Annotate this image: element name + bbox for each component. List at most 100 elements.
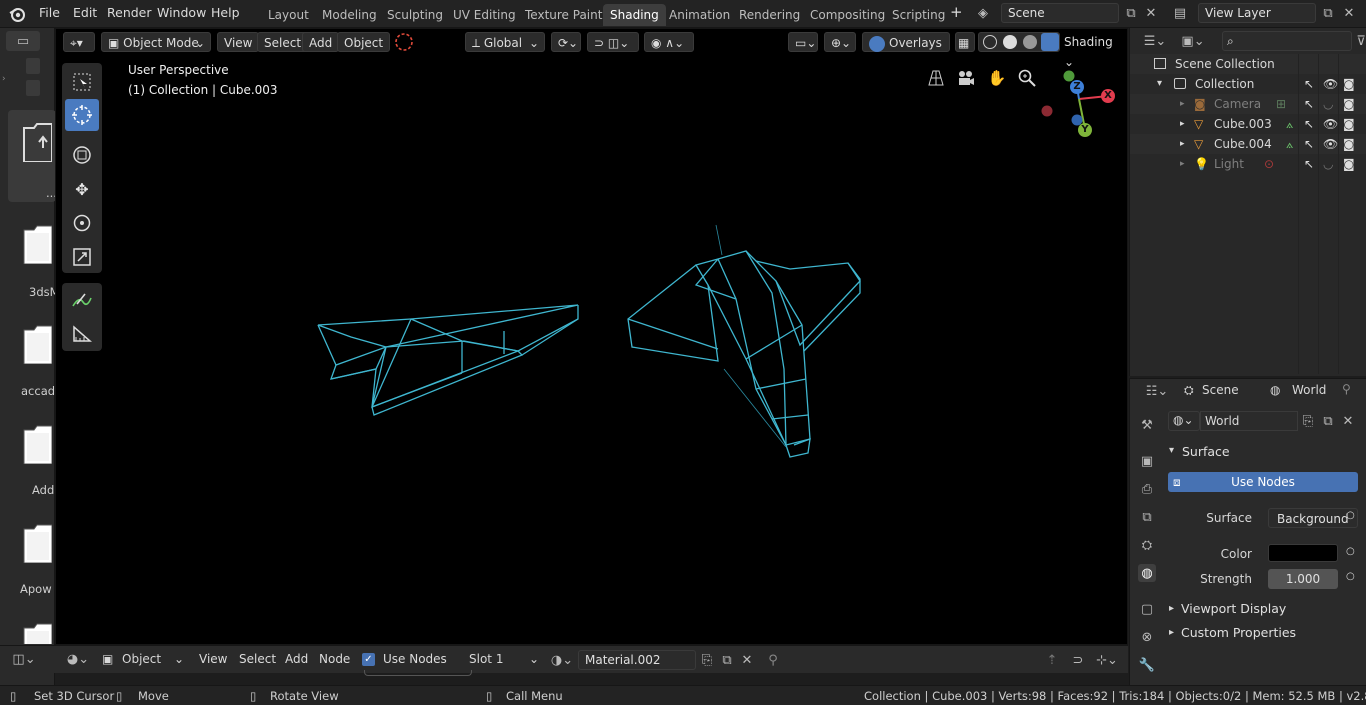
snap-element-icon[interactable]: ⊹⌄ bbox=[1092, 650, 1122, 670]
collapse-arrow-icon[interactable]: ▾ bbox=[1157, 74, 1162, 94]
camera-render-icon[interactable]: ◙ bbox=[1343, 154, 1355, 174]
fake-user-icon[interactable]: ⎘ bbox=[1298, 411, 1318, 431]
snap-icon[interactable]: ⊃ bbox=[1068, 650, 1088, 670]
scene-close-icon[interactable]: ✕ bbox=[1140, 3, 1162, 23]
material-name-field[interactable]: Material.002 bbox=[578, 650, 696, 670]
folder-icon[interactable] bbox=[22, 224, 52, 264]
camera-render-icon[interactable]: ◙ bbox=[1343, 74, 1355, 94]
3d-viewport[interactable]: ⌖▾ ▣ Object Mode ⌄ View Select Add Object… bbox=[55, 28, 1128, 645]
scene-browse-icon[interactable]: ◈ bbox=[972, 3, 994, 23]
surface-shader-field[interactable]: Background bbox=[1268, 508, 1358, 528]
strength-field[interactable]: 1.000 bbox=[1268, 569, 1338, 589]
node-menu-select[interactable]: Select bbox=[239, 652, 276, 666]
tab-texture-paint[interactable]: Texture Paint bbox=[518, 4, 609, 26]
expand-arrow-icon[interactable]: ▸ bbox=[1180, 114, 1185, 134]
menu-help[interactable]: Help bbox=[211, 5, 240, 20]
camera-render-icon[interactable]: ◙ bbox=[1343, 94, 1355, 114]
file-item-parent[interactable]: ... bbox=[8, 110, 57, 202]
tab-compositing[interactable]: Compositing bbox=[803, 4, 892, 26]
node-menu-node[interactable]: Node bbox=[319, 652, 350, 666]
world-tab-icon[interactable]: ◍ bbox=[1138, 564, 1156, 582]
node-editor-type-icon[interactable]: ◫⌄ bbox=[8, 649, 40, 669]
use-nodes-checkbox[interactable]: ✓ bbox=[362, 653, 375, 666]
fake-user-icon[interactable]: ⎘ bbox=[697, 650, 717, 670]
folder-icon[interactable] bbox=[22, 324, 52, 364]
sidebar-toggle-icon[interactable] bbox=[26, 80, 40, 96]
unlink-icon[interactable]: ✕ bbox=[1338, 411, 1358, 431]
outliner-row-scene-collection[interactable]: Scene Collection bbox=[1130, 54, 1366, 74]
select-pointer-icon[interactable]: ↖ bbox=[1304, 74, 1314, 94]
breadcrumb-scene[interactable]: Scene bbox=[1202, 383, 1239, 397]
modifiers-tab-icon[interactable]: 🔧 bbox=[1138, 656, 1156, 674]
parent-node-tree-icon[interactable]: ⇡ bbox=[1042, 650, 1062, 670]
node-socket-icon[interactable]: ○ bbox=[1346, 571, 1355, 582]
object-tab-icon[interactable]: ▢ bbox=[1138, 600, 1156, 618]
folder-icon[interactable] bbox=[22, 424, 52, 464]
editor-type-icon[interactable]: ▭ bbox=[6, 31, 40, 51]
pin-icon[interactable]: ⚲ bbox=[763, 650, 783, 670]
menu-edit[interactable]: Edit bbox=[73, 5, 97, 20]
outliner-editor-type-icon[interactable]: ☰⌄ bbox=[1138, 31, 1172, 51]
node-socket-icon[interactable]: ○ bbox=[1346, 510, 1355, 521]
collapse-arrow-icon[interactable]: ▾ bbox=[1169, 445, 1174, 456]
view-layer-tab-icon[interactable]: ⧉ bbox=[1138, 508, 1156, 526]
eye-icon[interactable]: 👁 bbox=[1323, 74, 1338, 94]
add-workspace-button[interactable]: + bbox=[950, 3, 963, 21]
unlink-icon[interactable]: ✕ bbox=[737, 650, 757, 670]
blender-logo-icon[interactable] bbox=[8, 5, 26, 23]
tab-rendering[interactable]: Rendering bbox=[732, 4, 807, 26]
breadcrumb-world[interactable]: World bbox=[1292, 383, 1326, 397]
expand-arrow-icon[interactable]: › bbox=[2, 74, 6, 84]
wireframe-ship-cube003[interactable] bbox=[317, 304, 579, 416]
camera-render-icon[interactable]: ◙ bbox=[1343, 114, 1355, 134]
duplicate-icon[interactable]: ⧉ bbox=[1318, 411, 1338, 431]
select-pointer-icon[interactable]: ↖ bbox=[1304, 114, 1314, 134]
outliner-search-input[interactable]: ⌕ bbox=[1222, 31, 1352, 51]
pin-icon[interactable]: ⚲ bbox=[1342, 382, 1351, 396]
folder-icon[interactable] bbox=[22, 622, 52, 644]
tab-animation[interactable]: Animation bbox=[662, 4, 737, 26]
view-layer-copy-icon[interactable]: ⧉ bbox=[1317, 3, 1339, 23]
eye-icon[interactable]: 👁 bbox=[1323, 134, 1338, 154]
duplicate-icon[interactable]: ⧉ bbox=[717, 650, 737, 670]
scene-selector[interactable]: Scene bbox=[1001, 3, 1119, 23]
tab-scripting[interactable]: Scripting bbox=[885, 4, 952, 26]
constraints-tab-icon[interactable]: ⊗ bbox=[1138, 628, 1156, 646]
view-layer-close-icon[interactable]: ✕ bbox=[1338, 3, 1360, 23]
node-socket-icon[interactable]: ○ bbox=[1346, 546, 1355, 557]
view-layer-browse-icon[interactable]: ▤ bbox=[1169, 3, 1191, 23]
slot-selector[interactable]: Slot 1 ⌄ bbox=[463, 650, 541, 670]
output-tab-icon[interactable]: ⎙ bbox=[1138, 480, 1156, 498]
tab-uv-editing[interactable]: UV Editing bbox=[446, 4, 523, 26]
select-pointer-icon[interactable]: ↖ bbox=[1304, 134, 1314, 154]
expand-arrow-icon[interactable]: ▸ bbox=[1180, 134, 1185, 154]
expand-arrow-icon[interactable]: ▸ bbox=[1180, 94, 1185, 114]
use-nodes-button[interactable]: ⧈ Use Nodes bbox=[1168, 472, 1358, 492]
custom-properties-panel-header[interactable]: Custom Properties bbox=[1181, 625, 1296, 640]
eye-icon[interactable]: 👁 bbox=[1323, 114, 1338, 134]
expand-arrow-icon[interactable]: ▸ bbox=[1169, 603, 1174, 614]
folder-icon[interactable] bbox=[22, 523, 52, 563]
scene-copy-icon[interactable]: ⧉ bbox=[1120, 3, 1142, 23]
menu-file[interactable]: File bbox=[39, 5, 60, 20]
surface-panel-header[interactable]: Surface bbox=[1182, 444, 1230, 459]
camera-render-icon[interactable]: ◙ bbox=[1343, 134, 1355, 154]
outliner-row-cube004[interactable]: ▸ ▽ Cube.004 ⟑ ↖ 👁 ◙ bbox=[1130, 134, 1366, 154]
outliner-row-light[interactable]: ▸ 💡 Light ⊙ ↖ ◡ ◙ bbox=[1130, 154, 1366, 174]
eye-closed-icon[interactable]: ◡ bbox=[1323, 94, 1333, 114]
outliner-row-cube003[interactable]: ▸ ▽ Cube.003 ⟑ ↖ 👁 ◙ bbox=[1130, 114, 1366, 134]
viewport-display-panel-header[interactable]: Viewport Display bbox=[1181, 601, 1286, 616]
wireframe-ship-cube004[interactable] bbox=[627, 224, 861, 458]
menu-render[interactable]: Render bbox=[107, 5, 152, 20]
properties-editor-type-icon[interactable]: ☷⌄ bbox=[1140, 381, 1174, 401]
select-pointer-icon[interactable]: ↖ bbox=[1304, 94, 1314, 114]
node-menu-add[interactable]: Add bbox=[285, 652, 308, 666]
scene-tab-icon[interactable]: ⛭ bbox=[1138, 536, 1156, 554]
select-pointer-icon[interactable]: ↖ bbox=[1304, 154, 1314, 174]
outliner-row-camera[interactable]: ▸ ◙ Camera ⊞ ↖ ◡ ◙ bbox=[1130, 94, 1366, 114]
menu-window[interactable]: Window bbox=[157, 5, 206, 20]
tool-tab-icon[interactable]: ⚒ bbox=[1138, 416, 1156, 434]
node-menu-view[interactable]: View bbox=[199, 652, 227, 666]
render-tab-icon[interactable]: ▣ bbox=[1138, 452, 1156, 470]
shader-type-icon[interactable]: ◕⌄ bbox=[62, 649, 94, 669]
